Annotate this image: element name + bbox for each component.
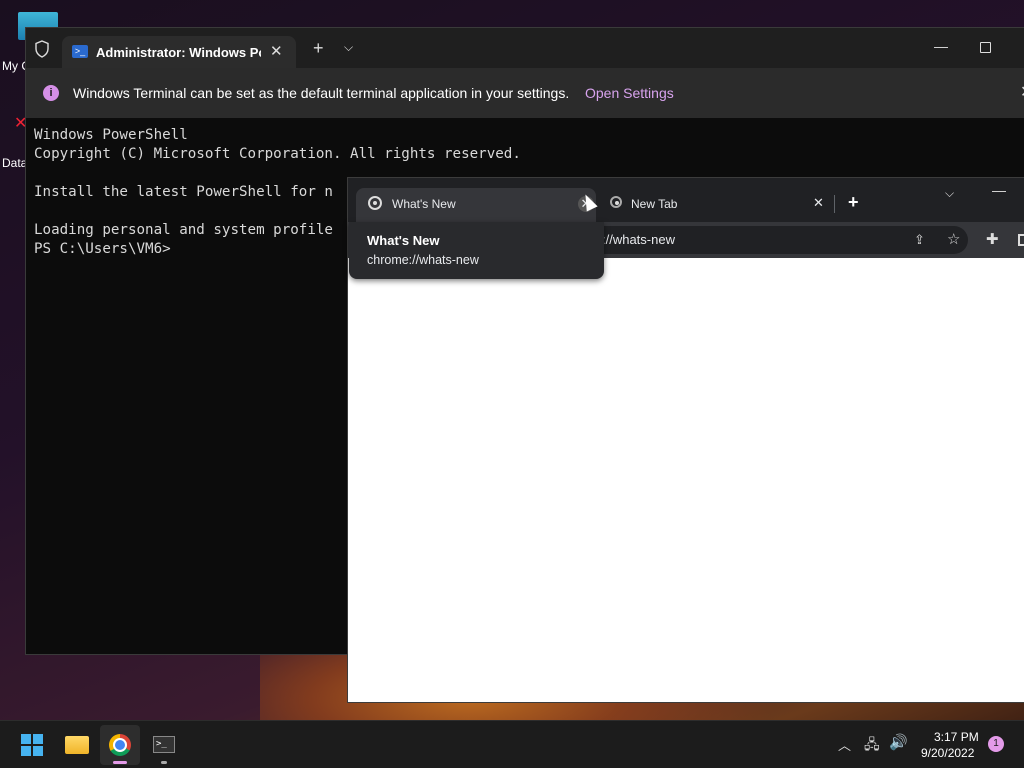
- info-icon: i: [43, 85, 59, 101]
- taskbar: >_ ︿ 🖧 🔊 3:17 PM 9/20/2022 1: [0, 720, 1024, 768]
- terminal-titlebar[interactable]: >_ Administrator: Windows Powe ✕ + ⌵ —: [26, 28, 1024, 68]
- chevron-down-icon[interactable]: ⌵: [344, 40, 353, 55]
- new-tab-button[interactable]: +: [313, 38, 324, 59]
- close-icon[interactable]: ✕: [270, 42, 283, 60]
- volume-icon[interactable]: 🔊: [889, 733, 908, 751]
- close-icon[interactable]: ✕: [1020, 82, 1024, 102]
- clock-date[interactable]: 9/20/2022: [921, 746, 974, 760]
- active-indicator: [113, 761, 127, 764]
- hover-card-url: chrome://whats-new: [367, 253, 479, 267]
- shield-icon: [34, 40, 52, 58]
- open-settings-link[interactable]: Open Settings: [585, 85, 674, 101]
- network-icon[interactable]: 🖧: [864, 734, 880, 758]
- minimize-button[interactable]: —: [934, 38, 948, 54]
- terminal-icon: >_: [153, 736, 175, 753]
- terminal-tab[interactable]: >_ Administrator: Windows Powe ✕: [62, 36, 296, 68]
- new-tab-button[interactable]: +: [848, 192, 859, 213]
- tab-hover-card: What's New chrome://whats-new: [349, 222, 604, 279]
- tab-title: What's New: [392, 197, 456, 211]
- chrome-tabstrip[interactable]: What's New ✕ New Tab ✕ + ⌵ —: [348, 178, 1024, 222]
- infobar-message: Windows Terminal can be set as the defau…: [73, 85, 570, 101]
- extensions-icon[interactable]: ✚: [986, 230, 999, 248]
- tab-divider: [834, 195, 835, 213]
- address-bar[interactable]: ://whats-new: [568, 226, 968, 254]
- tab-title: New Tab: [631, 197, 678, 211]
- folder-icon: [65, 736, 89, 754]
- notification-badge[interactable]: 1: [988, 736, 1004, 752]
- running-indicator: [161, 761, 167, 764]
- terminal-tab-title: Administrator: Windows Powe: [96, 45, 261, 60]
- star-icon[interactable]: ☆: [947, 230, 960, 248]
- start-button[interactable]: [12, 725, 52, 765]
- chevron-up-icon[interactable]: ︿: [838, 735, 851, 754]
- clock-time[interactable]: 3:17 PM: [934, 730, 979, 744]
- desktop-icon-label: Data: [2, 156, 28, 170]
- minimize-button[interactable]: —: [992, 182, 1006, 198]
- taskbar-file-explorer[interactable]: [57, 725, 97, 765]
- terminal-line: Copyright (C) Microsoft Corporation. All…: [34, 146, 521, 162]
- side-panel-icon[interactable]: [1018, 234, 1024, 246]
- close-icon[interactable]: ✕: [813, 195, 824, 211]
- maximize-button[interactable]: [980, 42, 991, 53]
- hover-card-title: What's New: [367, 233, 440, 248]
- taskbar-chrome[interactable]: [100, 725, 140, 765]
- address-bar-url[interactable]: ://whats-new: [602, 232, 675, 247]
- share-icon[interactable]: ⇪: [914, 232, 925, 248]
- tab-whats-new[interactable]: What's New ✕: [356, 188, 596, 222]
- taskbar-terminal[interactable]: >_: [144, 725, 184, 765]
- terminal-line: Windows PowerShell: [34, 127, 188, 143]
- chevron-down-icon[interactable]: ⌵: [945, 186, 954, 201]
- powershell-icon: >_: [72, 45, 88, 58]
- chrome-favicon-icon: [368, 196, 382, 210]
- default-terminal-infobar: i Windows Terminal can be set as the def…: [26, 68, 1024, 118]
- chrome-favicon-icon: [610, 196, 622, 208]
- tab-new-tab[interactable]: New Tab ✕: [600, 188, 832, 222]
- chrome-icon: [109, 734, 131, 756]
